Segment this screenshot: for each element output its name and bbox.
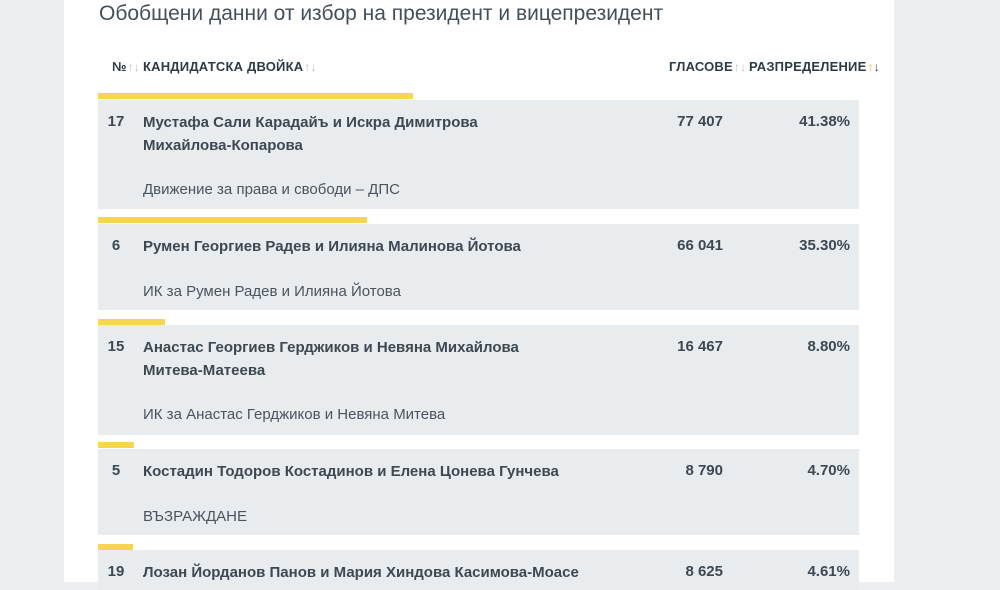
candidate-names: Костадин Тодоров Костадинов и Елена Цоне… [143, 463, 559, 480]
candidate-number: 6 [111, 237, 121, 254]
votes-value: 8 790 [685, 462, 723, 479]
column-header-number[interactable]: №↑↓ [112, 59, 140, 74]
share-bar [98, 93, 413, 99]
candidate-number: 15 [107, 338, 125, 355]
page-title: Обобщени данни от избор на президент и в… [99, 2, 664, 25]
sort-desc-icon[interactable]: ↑↓ [867, 60, 879, 74]
nominating-party: Движение за права и свободи – ДПС [143, 181, 400, 198]
column-label-votes: ГЛАСОВЕ [669, 59, 733, 74]
distribution-value: 35.30% [799, 237, 850, 254]
votes-value: 77 407 [677, 113, 723, 130]
column-label-candidates: КАНДИДАТСКА ДВОЙКА [143, 59, 304, 74]
column-label-distribution: РАЗПРЕДЕЛЕНИЕ [749, 59, 867, 74]
votes-value: 8 625 [685, 563, 723, 580]
candidate-number: 17 [107, 113, 125, 130]
table-row[interactable]: 6 Румен Георгиев Радев и Илияна Малинова… [98, 224, 859, 310]
table-row[interactable]: 17 Мустафа Сали Карадайъ и Искра Димитро… [98, 100, 859, 209]
share-bar [98, 442, 134, 448]
column-header-votes[interactable]: ГЛАСОВЕ↑↓ [669, 59, 746, 74]
candidate-names: Анастас Георгиев Герджиков и Невяна Миха… [143, 339, 519, 379]
candidate-names: Мустафа Сали Карадайъ и Искра Димитрова … [143, 114, 478, 154]
votes-value: 66 041 [677, 237, 723, 254]
column-header-candidates[interactable]: КАНДИДАТСКА ДВОЙКА↑↓ [143, 59, 317, 74]
nominating-party: ИК за Румен Радев и Илияна Йотова [143, 283, 401, 300]
column-label-number: № [112, 59, 127, 74]
distribution-value: 8.80% [807, 338, 850, 355]
table-row[interactable]: 19 Лозан Йорданов Панов и Мария Хиндова … [98, 550, 859, 590]
sort-icon[interactable]: ↑↓ [734, 60, 746, 74]
candidate-number: 19 [107, 563, 125, 580]
share-bar [98, 217, 367, 223]
candidate-names: Лозан Йорданов Панов и Мария Хиндова Кас… [143, 564, 579, 581]
distribution-value: 4.61% [807, 563, 850, 580]
table-row[interactable]: 15 Анастас Георгиев Герджиков и Невяна М… [98, 325, 859, 435]
nominating-party: ВЪЗРАЖДАНЕ [143, 508, 247, 525]
votes-value: 16 467 [677, 338, 723, 355]
sort-icon[interactable]: ↑↓ [304, 60, 316, 74]
candidate-names: Румен Георгиев Радев и Илияна Малинова Й… [143, 238, 521, 255]
column-header-distribution[interactable]: РАЗПРЕДЕЛЕНИЕ↑↓ [749, 59, 880, 74]
table-row[interactable]: 5 Костадин Тодоров Костадинов и Елена Цо… [98, 449, 859, 535]
distribution-value: 41.38% [799, 113, 850, 130]
distribution-value: 4.70% [807, 462, 850, 479]
nominating-party: ИК за Анастас Герджиков и Невяна Митева [143, 406, 446, 423]
candidate-number: 5 [111, 462, 121, 479]
sort-icon[interactable]: ↑↓ [128, 60, 140, 74]
